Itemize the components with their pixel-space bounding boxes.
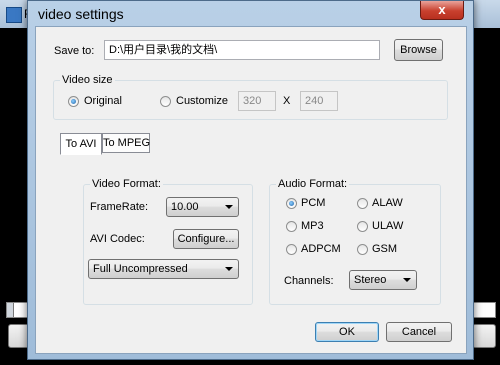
framerate-label: FrameRate: xyxy=(90,201,149,213)
video-settings-dialog: video settings x Save to: D:\用户目录\我的文档\ … xyxy=(27,0,474,360)
chevron-down-icon xyxy=(225,205,233,209)
pcm-label[interactable]: PCM xyxy=(301,197,325,209)
video-format-title: Video Format: xyxy=(90,178,163,190)
alaw-label[interactable]: ALAW xyxy=(372,197,403,209)
close-icon: x xyxy=(438,2,446,17)
channels-select[interactable]: Stereo xyxy=(349,270,417,290)
original-radio[interactable] xyxy=(68,96,79,107)
stop-button[interactable] xyxy=(472,324,496,348)
tab-to-mpeg[interactable]: To MPEG xyxy=(102,133,150,153)
framerate-select[interactable]: 10.00 xyxy=(166,197,239,217)
gsm-label[interactable]: GSM xyxy=(372,243,397,255)
ulaw-label[interactable]: ULAW xyxy=(372,220,403,232)
browse-button[interactable]: Browse xyxy=(394,39,443,61)
avi-codec-label: AVI Codec: xyxy=(90,233,145,245)
app-icon xyxy=(6,7,22,23)
alaw-radio[interactable] xyxy=(357,198,368,209)
width-field[interactable]: 320 xyxy=(238,91,276,111)
gsm-radio[interactable] xyxy=(357,244,368,255)
video-size-title: Video size xyxy=(60,74,115,86)
save-path-field[interactable]: D:\用户目录\我的文档\ xyxy=(104,40,380,60)
adpcm-label[interactable]: ADPCM xyxy=(301,243,341,255)
ok-button[interactable]: OK xyxy=(315,322,379,342)
tab-to-avi[interactable]: To AVI xyxy=(60,133,102,155)
adpcm-radio[interactable] xyxy=(286,244,297,255)
size-separator: X xyxy=(283,95,291,107)
cancel-button[interactable]: Cancel xyxy=(386,322,452,342)
original-label[interactable]: Original xyxy=(84,95,122,107)
channels-label: Channels: xyxy=(284,275,334,287)
playback-slider-thumb[interactable] xyxy=(7,303,14,317)
framerate-value: 10.00 xyxy=(171,201,199,213)
save-to-label: Save to: xyxy=(54,45,95,57)
customize-radio[interactable] xyxy=(160,96,171,107)
close-button[interactable]: x xyxy=(420,1,464,20)
codec-select[interactable]: Full Uncompressed xyxy=(88,259,239,279)
codec-value: Full Uncompressed xyxy=(93,263,188,275)
dialog-content: Save to: D:\用户目录\我的文档\ Browse Video size… xyxy=(35,26,467,354)
pcm-radio[interactable] xyxy=(286,198,297,209)
chevron-down-icon xyxy=(225,267,233,271)
customize-label[interactable]: Customize xyxy=(176,95,228,107)
mp3-radio[interactable] xyxy=(286,221,297,232)
audio-format-title: Audio Format: xyxy=(276,178,350,190)
mp3-label[interactable]: MP3 xyxy=(301,220,324,232)
dialog-title: video settings xyxy=(38,6,124,22)
height-field[interactable]: 240 xyxy=(300,91,338,111)
channels-value: Stereo xyxy=(354,274,387,286)
configure-button[interactable]: Configure... xyxy=(173,229,239,249)
chevron-down-icon xyxy=(403,278,411,282)
ulaw-radio[interactable] xyxy=(357,221,368,232)
